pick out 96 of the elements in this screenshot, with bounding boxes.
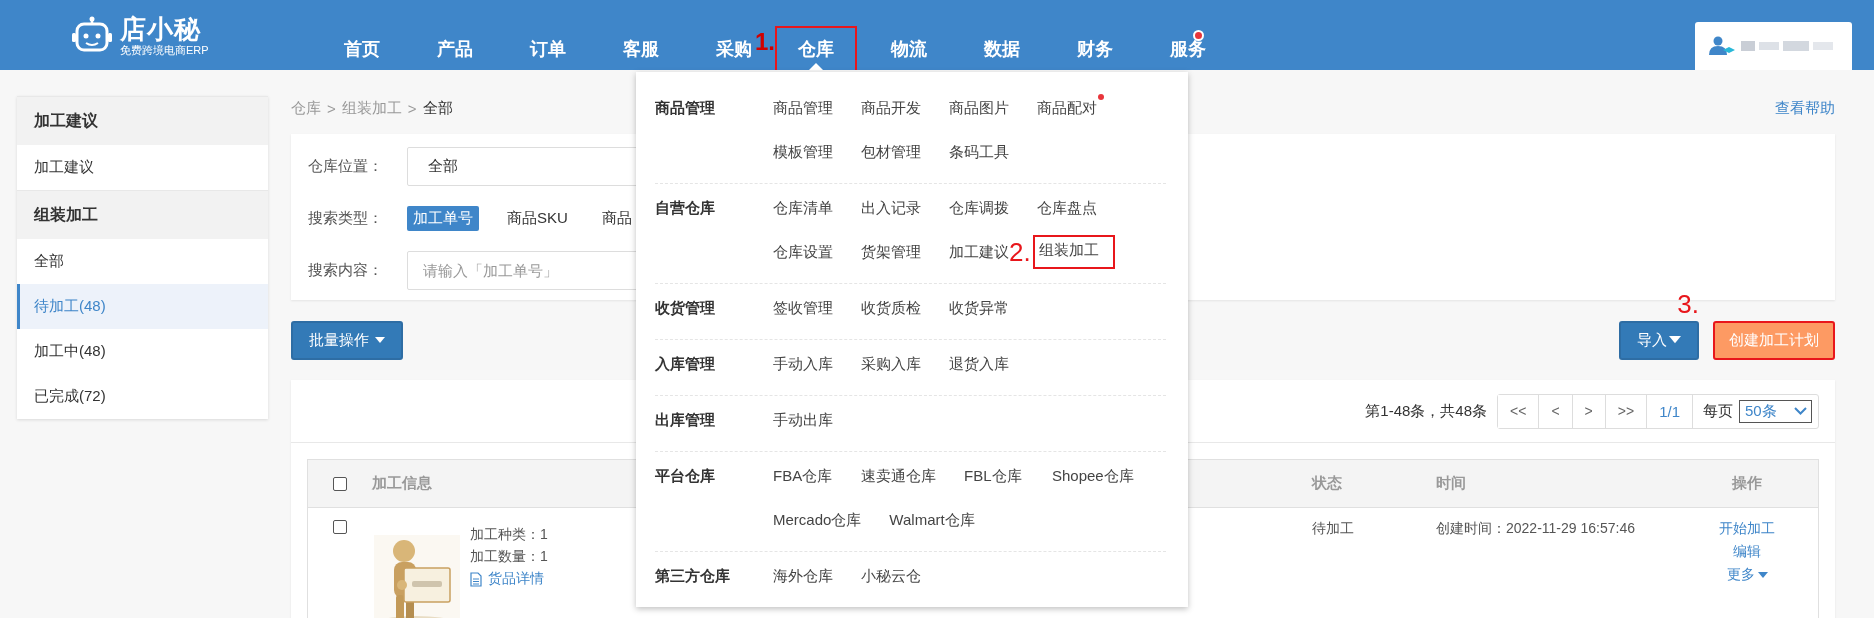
menu-item[interactable]: 签收管理 (773, 297, 833, 319)
menu-item[interactable]: FBA仓库 (773, 465, 833, 487)
column-header: 加工信息 (372, 474, 432, 493)
row-action-link[interactable]: 开始加工 (1719, 520, 1775, 538)
nav-item[interactable]: 数据 (982, 26, 1022, 70)
menu-item[interactable]: 模板管理 (773, 141, 833, 163)
filter-label: 搜索类型： (308, 208, 384, 228)
menu-group-title: 入库管理 (655, 354, 716, 374)
column-header: 时间 (1436, 474, 1466, 493)
menu-item[interactable]: 仓库设置 (773, 241, 833, 263)
nav-item[interactable]: 首页 (342, 26, 382, 70)
menu-item[interactable]: 手动入库 (773, 353, 833, 375)
menu-item[interactable]: 出入记录 (861, 197, 921, 219)
sidebar-heading: 组装加工 (17, 190, 268, 239)
nav-item[interactable]: 物流 (889, 26, 929, 70)
nav-item[interactable]: 采购 (714, 26, 754, 70)
menu-item[interactable]: 退货入库 (949, 353, 1009, 375)
sidebar-heading: 加工建议 (17, 96, 268, 145)
step-number: 1. (755, 30, 775, 54)
menu-group-title: 收货管理 (655, 298, 716, 318)
menu-item[interactable]: 收货异常 (949, 297, 1009, 319)
breadcrumb-item[interactable]: 全部 (422, 98, 453, 118)
step-number: 2. (1009, 241, 1031, 263)
row-action-link[interactable]: 更多 (1726, 566, 1768, 584)
menu-item[interactable]: 包材管理 (861, 141, 921, 163)
page-button[interactable]: << (1498, 394, 1540, 428)
sidebar-item[interactable]: 已完成(72) (17, 374, 268, 419)
sidebar-item[interactable]: 全部 (17, 239, 268, 284)
goods-detail-link[interactable]: 货品详情 (470, 570, 548, 588)
column-header: 操作 (1732, 474, 1762, 493)
info-text: 加工数量：1 (470, 548, 548, 566)
menu-item[interactable]: 海外仓库 (773, 565, 833, 587)
per-page-label: 每页 (1702, 401, 1734, 421)
logo-name: 店小秘 (120, 13, 202, 44)
menu-group-title: 出库管理 (655, 410, 716, 430)
caret-icon (375, 337, 385, 343)
menu-group-title: 第三方仓库 (655, 566, 731, 586)
batch-action-button[interactable]: 批量操作 (291, 320, 403, 360)
sidebar-item[interactable]: 待加工(48) (17, 284, 268, 329)
menu-item[interactable]: 组装加工 (1034, 237, 1113, 267)
menu-item[interactable]: 仓库盘点 (1037, 197, 1097, 219)
menu-item[interactable]: 小秘云仓 (861, 565, 921, 587)
menu-item[interactable]: FBL仓库 (964, 465, 1024, 487)
chevron-down-icon (1794, 407, 1807, 415)
nav-item[interactable]: 客服 (621, 26, 661, 70)
nav-item[interactable]: 产品 (435, 26, 475, 70)
breadcrumb-separator: > (407, 99, 417, 117)
caret-icon (1669, 336, 1681, 344)
menu-item[interactable]: 仓库清单 (773, 197, 833, 219)
menu-item[interactable]: 商品图片 (949, 97, 1009, 119)
menu-item[interactable]: 条码工具 (949, 141, 1009, 163)
sidebar-item[interactable]: 加工建议 (17, 145, 268, 190)
user-icon (1709, 36, 1735, 56)
filter-label: 仓库位置： (308, 156, 384, 176)
sidebar-item[interactable]: 加工中(48) (17, 329, 268, 374)
menu-group-title: 商品管理 (655, 98, 716, 118)
menu-item[interactable]: 收货质检 (861, 297, 921, 319)
menu-group-title: 平台仓库 (655, 466, 716, 486)
menu-item[interactable]: 货架管理 (861, 241, 921, 263)
menu-item[interactable]: 仓库调拨 (949, 197, 1009, 219)
search-type-option[interactable]: 商品 (595, 205, 638, 231)
row-action-link[interactable]: 编辑 (1733, 543, 1761, 561)
menu-item[interactable]: 商品配对 (1037, 97, 1097, 119)
menu-item[interactable]: 商品开发 (861, 97, 921, 119)
menu-item[interactable]: 加工建议 (949, 241, 1009, 263)
select-all-checkbox[interactable] (333, 476, 347, 491)
menu-item[interactable]: 采购入库 (861, 353, 921, 375)
document-icon (470, 571, 482, 587)
status-text: 待加工 (1312, 520, 1355, 538)
breadcrumb-separator: > (327, 99, 336, 117)
row-checkbox[interactable] (333, 520, 347, 534)
pagination-summary: 第1-48条，共48条 (1365, 401, 1488, 421)
filter-label: 搜索内容： (308, 260, 384, 280)
robot-logo-icon (72, 16, 112, 54)
info-text: 加工种类：1 (470, 526, 548, 544)
per-page-select[interactable]: 50条 (1739, 399, 1812, 423)
nav-item[interactable]: 财务 (1075, 26, 1115, 70)
logo-tagline: 免费跨境电商ERP (120, 43, 209, 57)
menu-group-title: 自营仓库 (655, 198, 716, 218)
search-type-option[interactable]: 商品SKU (501, 205, 574, 231)
menu-item[interactable]: Walmart仓库 (889, 509, 975, 531)
page-indicator: 1/1 (1647, 394, 1693, 428)
nav-item[interactable]: 订单 (528, 26, 568, 70)
search-type-option[interactable]: 加工单号 (407, 205, 479, 231)
import-button[interactable]: 导入 (1619, 320, 1699, 360)
user-panel[interactable] (1695, 22, 1852, 70)
nav-item[interactable]: 服务 (1168, 26, 1208, 70)
help-link[interactable]: 查看帮助 (1775, 98, 1835, 118)
column-header: 状态 (1312, 474, 1342, 493)
menu-item[interactable]: Mercado仓库 (773, 509, 862, 531)
menu-item[interactable]: 商品管理 (773, 97, 833, 119)
menu-item[interactable]: Shopee仓库 (1052, 465, 1134, 487)
time-text: 创建时间：2022-11-29 16:57:46 (1436, 520, 1636, 538)
step-number: 3. (1677, 290, 1699, 317)
menu-item[interactable]: 手动出库 (773, 409, 833, 431)
menu-item[interactable]: 速卖通仓库 (861, 465, 936, 487)
